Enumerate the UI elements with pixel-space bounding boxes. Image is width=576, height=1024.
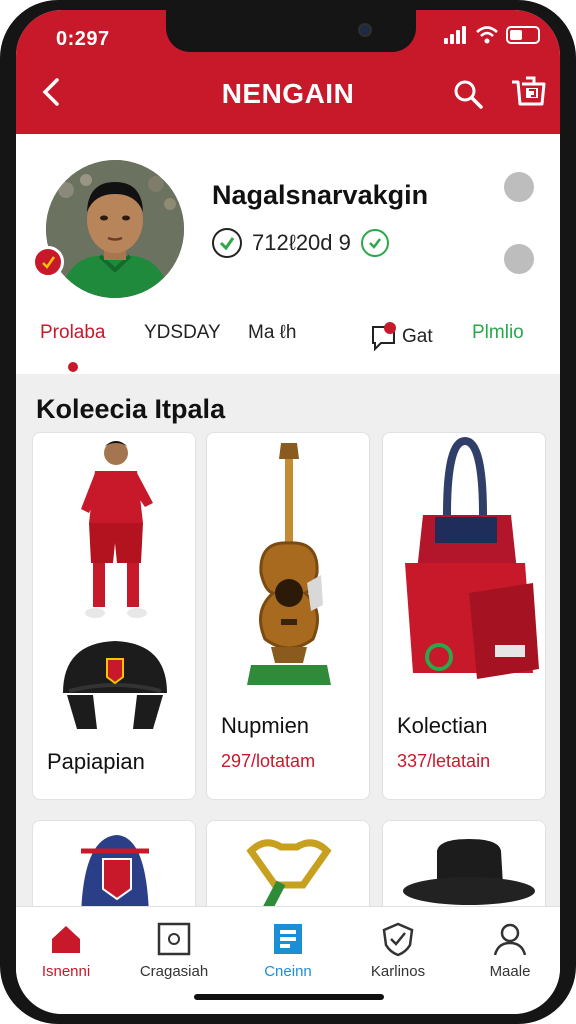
product-card[interactable]: Nupmien 297/lotatam: [206, 432, 370, 800]
nav-home[interactable]: Isnenni: [16, 921, 116, 980]
shield-icon: [382, 922, 414, 957]
search-icon[interactable]: [452, 78, 484, 110]
signal-icon: [444, 26, 468, 44]
home-indicator: [194, 994, 384, 1000]
nav-label: Isnenni: [41, 963, 91, 980]
status-icons: [444, 26, 540, 44]
tab-label: YDSDAY: [144, 322, 221, 343]
cart-icon[interactable]: [508, 74, 548, 112]
screen: 0:297 NENGAIN Nagalsnarvakgin 712ℓ20d 9 …: [16, 10, 560, 1014]
profile-stats: 712ℓ20d 9: [212, 228, 389, 258]
profile-tabs: Prolaba YDSDAY Ma ℓh Gat Plmlio: [16, 312, 560, 360]
green-circle-icon: [360, 229, 389, 257]
nav-document[interactable]: Cneinn: [238, 921, 338, 980]
section-title: Koleecia Itpala: [36, 394, 226, 424]
product-price: 297/lotatam: [221, 751, 316, 771]
verified-badge-icon: [32, 246, 64, 278]
tab-label: Plmlio: [472, 322, 524, 343]
profile-stats-text: 712ℓ20d 9: [252, 230, 351, 255]
phone-frame: 0:297 NENGAIN Nagalsnarvakgin 712ℓ20d 9 …: [0, 0, 576, 1024]
nav-store[interactable]: Cragasiah: [124, 921, 224, 980]
battery-icon: [506, 26, 540, 44]
nav-label: Cneinn: [264, 963, 312, 980]
nav-label: Karlinos: [370, 963, 426, 980]
product-card[interactable]: Kolectian 337/letatain: [382, 432, 546, 800]
tab-label: Prolaba: [40, 322, 106, 343]
product-name: Kolectian: [397, 713, 488, 738]
status-time: 0:297: [56, 28, 110, 50]
tab-ydsday[interactable]: YDSDAY: [144, 322, 221, 344]
nav-shield[interactable]: Karlinos: [348, 921, 448, 980]
options-button-secondary[interactable]: [504, 244, 534, 274]
guitar-trophy-image: [247, 443, 331, 685]
product-name: Papiapian: [47, 749, 145, 774]
notch: [166, 10, 416, 52]
avatar-photo: [46, 160, 184, 298]
tab-plmlio[interactable]: Plmlio: [472, 322, 524, 344]
tab-gat[interactable]: Gat: [370, 322, 433, 352]
camera-icon: [358, 23, 372, 37]
avatar[interactable]: [46, 160, 184, 298]
tab-prolaba[interactable]: Prolaba: [40, 322, 106, 344]
tab-mah[interactable]: Ma ℓh: [248, 322, 296, 344]
backpack-image: [405, 436, 539, 679]
check-circle-icon: [212, 228, 242, 258]
nav-label: Cragasiah: [139, 963, 209, 980]
store-icon: [157, 922, 191, 956]
active-tab-indicator: [68, 362, 78, 372]
profile-icon: [493, 923, 527, 956]
nav-profile[interactable]: Maale: [460, 921, 560, 980]
product-name: Nupmien: [221, 713, 310, 738]
options-button[interactable]: [504, 172, 534, 202]
tab-label: Gat: [402, 326, 433, 347]
profile-name: Nagalsnarvakgin: [212, 180, 429, 210]
nav-label: Maale: [489, 963, 531, 980]
player-kit-image: [63, 441, 167, 729]
document-icon: [274, 924, 302, 954]
collection-section: Koleecia Itpala Papiapian Nupmien 297/lo…: [16, 374, 560, 940]
product-card[interactable]: Papiapian: [32, 432, 196, 800]
tab-label: Ma ℓh: [248, 322, 297, 343]
profile-section: Nagalsnarvakgin 712ℓ20d 9 Prolaba YDSDAY…: [16, 134, 560, 374]
chat-bubble-icon: [372, 322, 396, 352]
wifi-icon: [476, 26, 498, 44]
product-price: 337/letatain: [397, 751, 491, 771]
home-icon: [52, 926, 80, 953]
